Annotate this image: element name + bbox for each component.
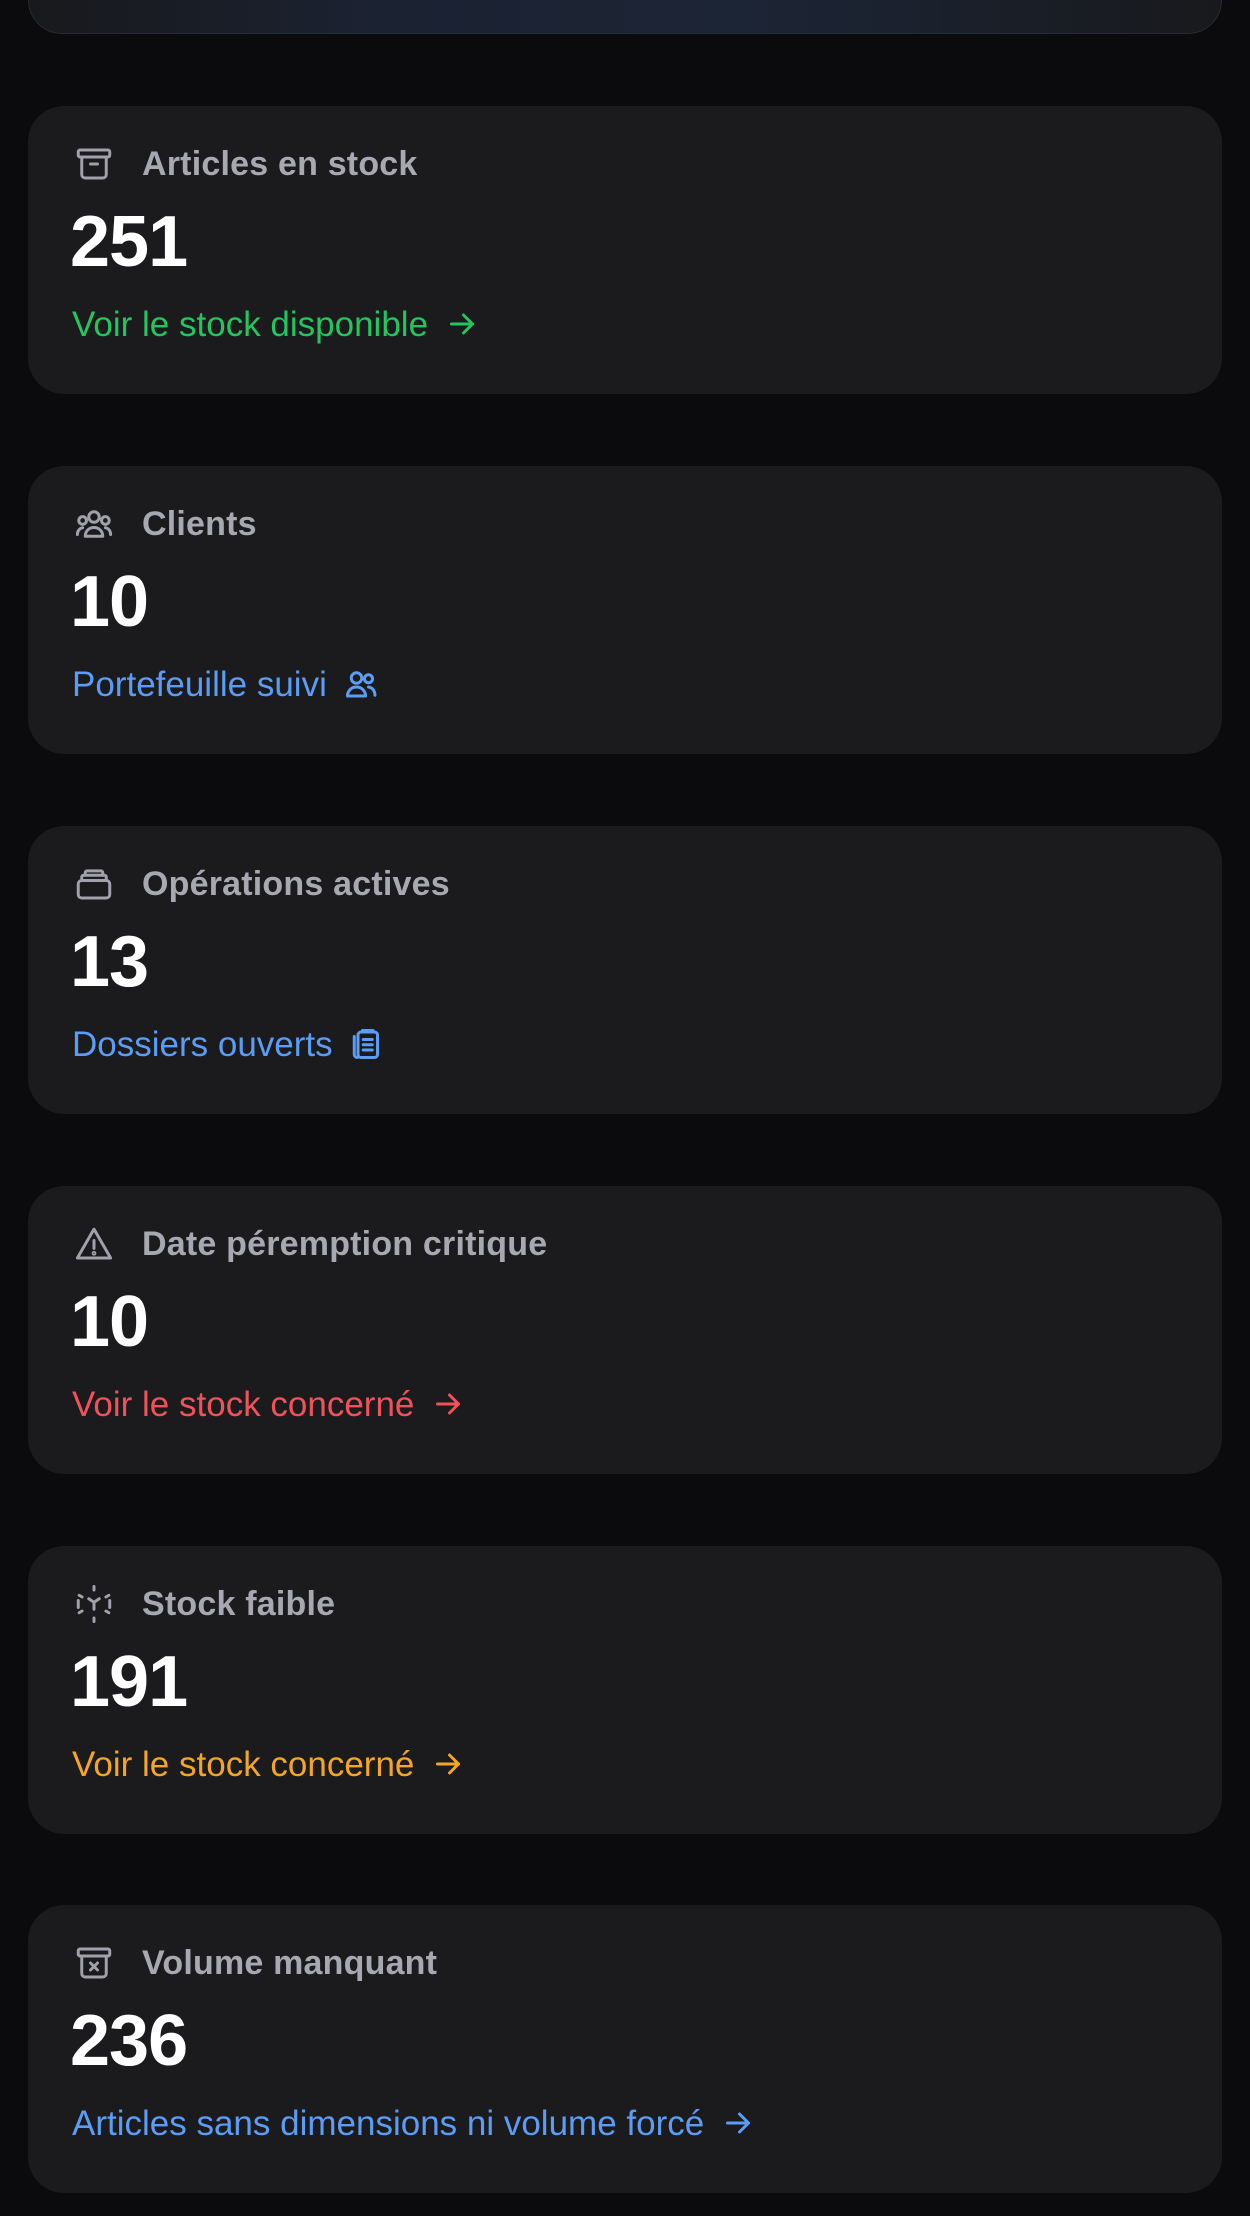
archive-icon: [72, 142, 116, 186]
card-label: Stock faible: [142, 1584, 336, 1623]
link-voir-stock-concerne-peremption[interactable]: Voir le stock concerné: [72, 1384, 468, 1424]
stat-card-volume-manquant: Volume manquant 236 Articles sans dimens…: [28, 1905, 1222, 2193]
archive-x-icon: [72, 1941, 116, 1985]
card-link-label: Voir le stock concerné: [72, 1384, 415, 1424]
clipboard-icon: [347, 1024, 387, 1064]
card-link-label: Voir le stock disponible: [72, 304, 429, 344]
card-header: Stock faible: [72, 1582, 335, 1626]
card-link-label: Portefeuille suivi: [72, 664, 327, 704]
stat-card-articles-en-stock: Articles en stock 251 Voir le stock disp…: [28, 106, 1222, 394]
alert-triangle-icon: [72, 1222, 116, 1266]
arrow-right-icon: [428, 1384, 468, 1424]
card-header: Opérations actives: [72, 862, 450, 906]
link-dossiers-ouverts[interactable]: Dossiers ouverts: [72, 1024, 387, 1064]
card-link-label: Dossiers ouverts: [72, 1024, 333, 1064]
card-header: Volume manquant: [72, 1941, 437, 1985]
arrow-right-icon: [718, 2103, 758, 2143]
card-value: 10: [70, 1282, 149, 1362]
card-header: Articles en stock: [72, 142, 418, 186]
users-icon: [341, 664, 381, 704]
arrow-right-icon: [428, 1744, 468, 1784]
link-voir-stock-disponible[interactable]: Voir le stock disponible: [72, 304, 482, 344]
card-value: 236: [70, 2001, 188, 2081]
users-icon: [72, 502, 116, 546]
card-value: 191: [70, 1642, 188, 1722]
stat-card-date-peremption-critique: Date péremption critique 10 Voir le stoc…: [28, 1186, 1222, 1474]
card-link-label: Articles sans dimensions ni volume forcé: [72, 2103, 705, 2143]
card-label: Date péremption critique: [142, 1224, 548, 1263]
stat-card-stock-faible: Stock faible 191 Voir le stock concerné: [28, 1546, 1222, 1834]
card-value: 13: [70, 922, 149, 1002]
card-label: Articles en stock: [142, 144, 418, 183]
arrow-right-icon: [442, 304, 482, 344]
stat-card-operations-actives: Opérations actives 13 Dossiers ouverts: [28, 826, 1222, 1114]
stat-card-clients: Clients 10 Portefeuille suivi: [28, 466, 1222, 754]
card-label: Opérations actives: [142, 864, 450, 903]
card-label: Clients: [142, 504, 257, 543]
link-articles-sans-dimensions[interactable]: Articles sans dimensions ni volume forcé: [72, 2103, 758, 2143]
card-value: 251: [70, 202, 188, 282]
previous-card-edge: [28, 0, 1222, 34]
card-link-label: Voir le stock concerné: [72, 1744, 415, 1784]
link-voir-stock-concerne-faible[interactable]: Voir le stock concerné: [72, 1744, 468, 1784]
layers-icon: [72, 862, 116, 906]
card-header: Date péremption critique: [72, 1222, 547, 1266]
card-label: Volume manquant: [142, 1943, 438, 1982]
card-value: 10: [70, 562, 149, 642]
box-dashed-icon: [72, 1582, 116, 1626]
link-portefeuille-suivi[interactable]: Portefeuille suivi: [72, 664, 381, 704]
card-header: Clients: [72, 502, 257, 546]
